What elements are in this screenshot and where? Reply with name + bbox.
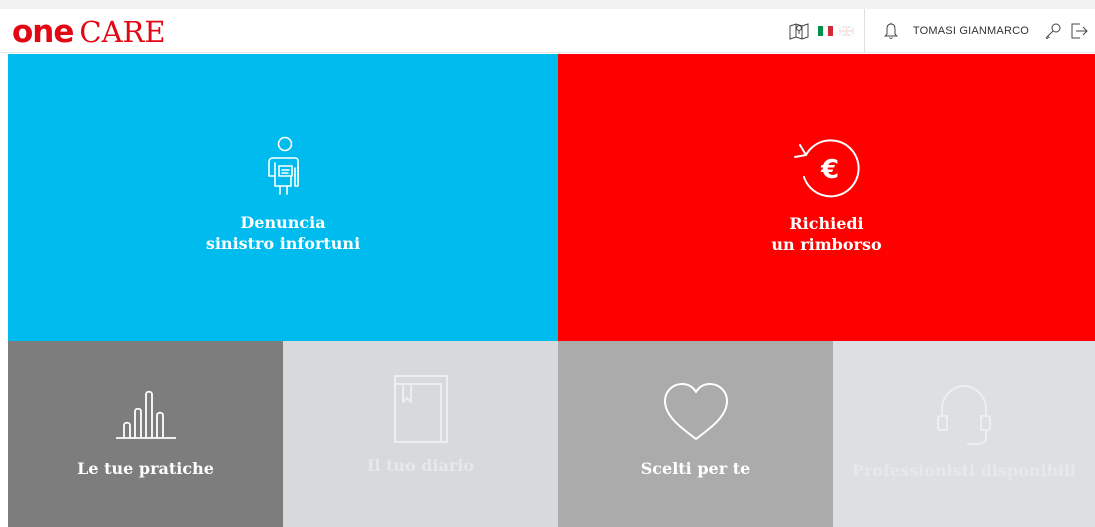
tile-pratiche-title: Le tue pratiche — [77, 458, 214, 478]
tile-rimborso-title-line2: un rimborso — [771, 234, 882, 254]
tile-le-tue-pratiche[interactable]: Le tue pratiche — [8, 341, 283, 527]
tile-denuncia-title-line2: sinistro infortuni — [205, 233, 361, 253]
tile-professionisti-title: Professionisti disponibili — [852, 460, 1076, 480]
heart-icon — [661, 380, 731, 444]
headset-icon — [934, 382, 994, 448]
map-icon[interactable] — [788, 21, 810, 41]
flag-it-icon[interactable] — [817, 26, 833, 36]
tile-rimborso-title-line1: Richiedi — [789, 213, 864, 233]
tile-scelti-per-te[interactable]: Scelti per te — [558, 341, 833, 527]
logout-icon[interactable] — [1069, 21, 1089, 41]
user-name[interactable]: TOMASI GIANMARCO — [913, 25, 1029, 37]
tile-denuncia-title-line1: Denuncia — [240, 212, 326, 232]
tile-il-tuo-diario[interactable]: Il tuo diario — [283, 341, 558, 527]
top-header: one CARE TOMASI GIANMARCO — [0, 9, 1095, 53]
header-divider — [863, 9, 865, 53]
logo-one-text: one — [12, 14, 74, 50]
logo-care-text: CARE — [79, 15, 166, 49]
key-icon[interactable] — [1043, 21, 1063, 41]
header-actions: TOMASI GIANMARCO — [788, 9, 1095, 53]
bar-chart-icon — [114, 386, 178, 444]
euro-refund-icon: € — [792, 133, 862, 203]
tile-professionisti-disponibili[interactable]: Professionisti disponibili — [833, 341, 1095, 527]
tile-diario-title: Il tuo diario — [366, 455, 475, 475]
top-strip — [0, 0, 1095, 9]
tile-scelti-title: Scelti per te — [640, 458, 751, 478]
bell-icon[interactable] — [881, 21, 901, 41]
tile-denuncia-sinistro[interactable]: Denuncia sinistro infortuni — [8, 54, 558, 341]
flag-uk-icon[interactable] — [838, 26, 854, 36]
tile-richiedi-rimborso[interactable]: € Richiedi un rimborso — [558, 54, 1095, 341]
injured-person-icon — [261, 134, 305, 198]
app-logo[interactable]: one CARE — [12, 15, 166, 49]
diary-book-icon — [389, 371, 453, 447]
svg-text:€: € — [819, 155, 838, 185]
